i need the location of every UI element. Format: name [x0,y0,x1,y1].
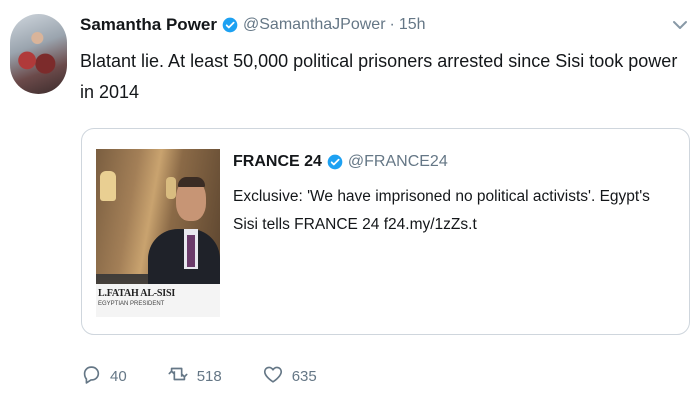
tweet-text: Blatant lie. At least 50,000 political p… [80,51,678,102]
reply-button[interactable]: 40 [80,363,127,390]
separator: · [389,16,395,33]
timestamp[interactable]: 15h [399,16,426,34]
retweet-button[interactable]: 518 [167,363,222,390]
author-handle[interactable]: @SamanthaJPower [243,16,386,34]
tweet-header: Samantha Power @SamanthaJPower · 15h [80,13,426,37]
heart-icon [262,363,284,390]
author-name[interactable]: Samantha Power [80,15,217,35]
quoted-tweet-header: FRANCE 24 @FRANCE24 [233,151,448,173]
media-caption-role: EGYPTIAN PRESIDENT [98,301,165,307]
reply-count: 40 [110,367,127,385]
media-caption-name: L.FATAH AL-SISI [98,288,176,299]
quoted-tweet-card[interactable]: L.FATAH AL-SISI EGYPTIAN PRESIDENT FRANC… [81,128,690,335]
quoted-tweet-image[interactable]: L.FATAH AL-SISI EGYPTIAN PRESIDENT [96,149,220,317]
media-lamp [166,177,176,199]
like-button[interactable]: 635 [262,363,317,390]
retweet-icon [167,363,189,390]
like-count: 635 [291,367,317,385]
media-lamp [100,171,116,201]
verified-badge-icon [327,154,343,170]
tweet-actions: 40 518 635 [80,364,357,388]
media-person-tie [187,235,195,267]
reply-icon [80,363,102,390]
avatar[interactable] [10,14,67,94]
quoted-tweet-text: Exclusive: 'We have imprisoned no politi… [233,188,650,233]
tweet: Samantha Power @SamanthaJPower · 15h Bla… [0,0,700,400]
quoted-author-handle[interactable]: @FRANCE24 [348,153,448,171]
media-person-hair [178,177,205,187]
quoted-author-name[interactable]: FRANCE 24 [233,153,322,171]
retweet-count: 518 [196,367,222,385]
verified-badge-icon [222,17,238,33]
chevron-down-icon[interactable] [672,18,688,30]
